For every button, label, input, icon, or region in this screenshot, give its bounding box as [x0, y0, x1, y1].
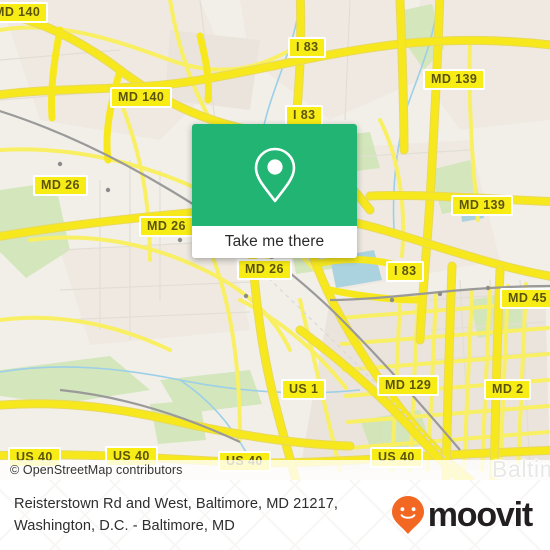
road-shield-md-26-west: MD 26 — [33, 175, 88, 196]
take-me-there-card[interactable]: Take me there — [192, 124, 357, 258]
road-shield-md-139-east: MD 139 — [451, 195, 514, 216]
location-title-line-1: Reisterstown Rd and West, Baltimore, MD … — [14, 496, 339, 512]
road-shield-md-140-center: MD 140 — [110, 87, 173, 108]
take-me-there-label: Take me there — [224, 233, 325, 250]
moovit-location-card-screen: .rdM{stroke:#f7e81e;stroke-width:7;fill:… — [0, 0, 550, 550]
moovit-brand[interactable]: moovit — [391, 495, 533, 535]
location-title-line-2: Washington, D.C. - Baltimore, MD — [14, 518, 235, 534]
card-action-area[interactable]: Take me there — [192, 226, 357, 258]
road-shield-md-26-card: MD 26 — [237, 259, 292, 280]
card-icon-area — [192, 124, 357, 226]
road-shield-i-83-downtown: I 83 — [386, 261, 425, 282]
map-pin-icon — [254, 147, 295, 203]
osm-attribution[interactable]: © OpenStreetMap contributors — [0, 460, 550, 480]
road-shield-md-26-east: MD 26 — [139, 216, 194, 237]
location-title: Reisterstown Rd and West, Baltimore, MD … — [14, 493, 391, 537]
road-shield-md-139-ne: MD 139 — [423, 69, 486, 90]
footer-bar: Reisterstown Rd and West, Baltimore, MD … — [0, 480, 550, 550]
road-shield-md-140-nw: MD 140 — [0, 2, 49, 23]
road-shield-us-1: US 1 — [281, 379, 327, 400]
moovit-wordmark: moovit — [427, 496, 533, 534]
map-canvas[interactable]: .rdM{stroke:#f7e81e;stroke-width:7;fill:… — [0, 0, 550, 480]
osm-attribution-text: © OpenStreetMap contributors — [10, 463, 183, 477]
road-shield-i-83-north: I 83 — [288, 37, 327, 58]
road-shield-md-2: MD 2 — [484, 379, 532, 400]
road-shield-md-45: MD 45 — [500, 288, 550, 309]
road-shield-md-129: MD 129 — [377, 375, 440, 396]
moovit-pin-smiley-icon — [391, 496, 424, 534]
road-shield-i-83-south: I 83 — [285, 105, 324, 126]
